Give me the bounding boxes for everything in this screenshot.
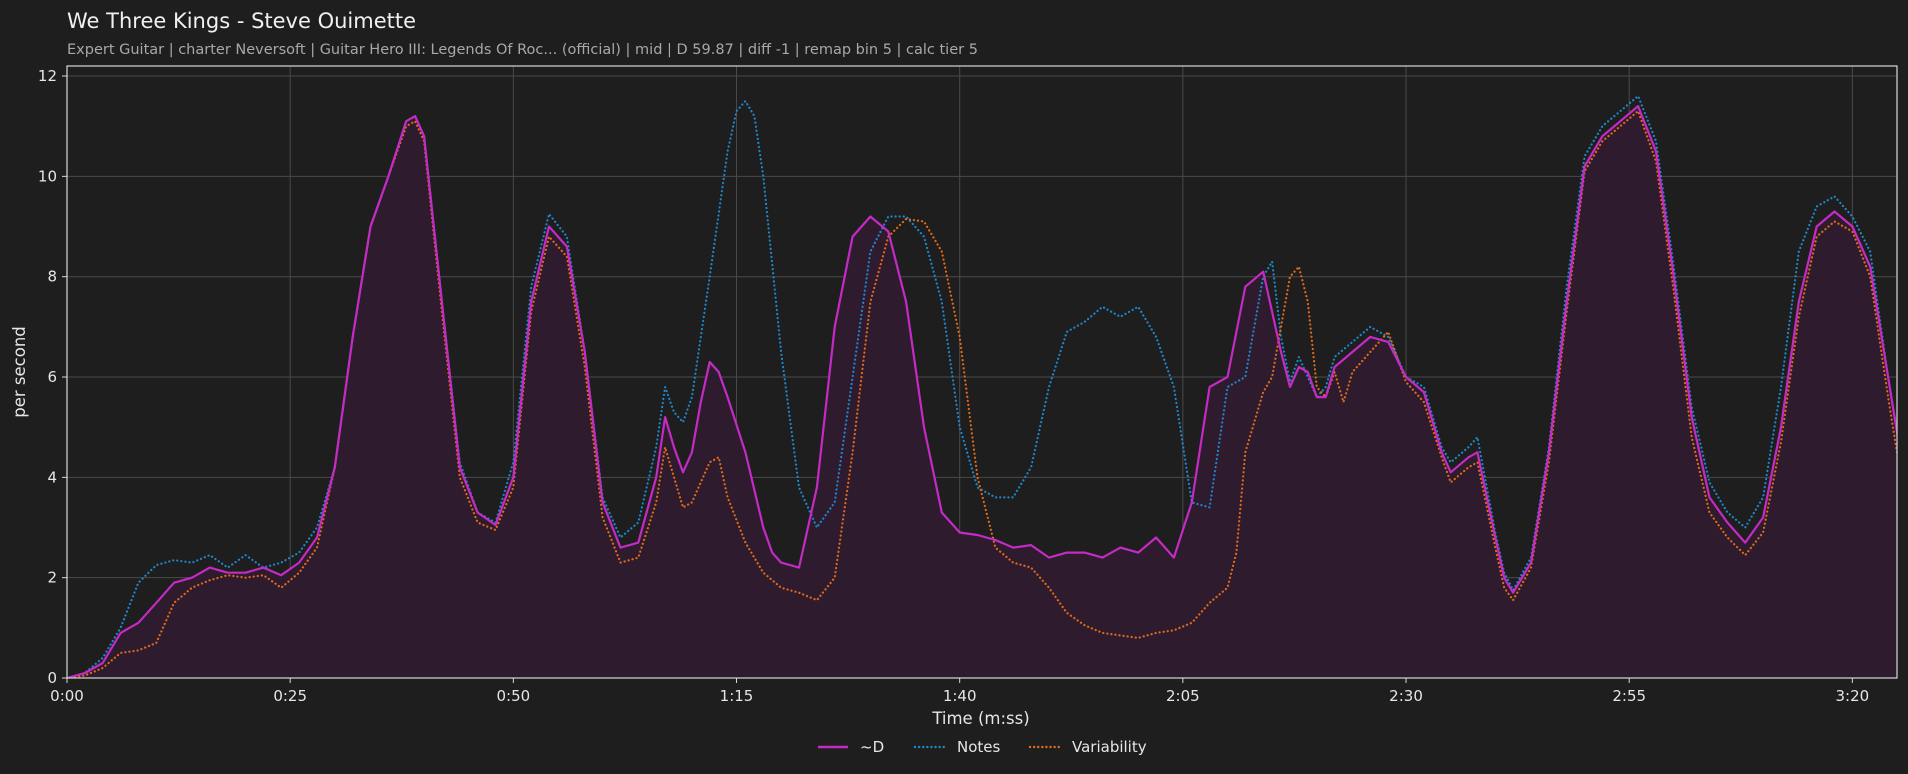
y-tick-label: 10 bbox=[38, 167, 57, 185]
x-tick-label: 0:25 bbox=[273, 687, 307, 705]
line-chart: We Three Kings - Steve Ouimette Expert G… bbox=[0, 0, 1908, 774]
legend-label: Notes bbox=[957, 738, 1001, 756]
y-tick-label: 2 bbox=[47, 569, 57, 587]
x-tick-label: 2:55 bbox=[1612, 687, 1646, 705]
y-tick-label: 8 bbox=[47, 268, 57, 286]
x-tick-label: 3:20 bbox=[1836, 687, 1870, 705]
y-tick-label: 6 bbox=[47, 368, 57, 386]
x-tick-label: 1:15 bbox=[720, 687, 754, 705]
legend: ~D Notes Variability bbox=[818, 738, 1147, 756]
y-tick-label: 12 bbox=[38, 67, 57, 85]
chart-container: We Three Kings - Steve Ouimette Expert G… bbox=[0, 0, 1908, 774]
x-axis-label: Time (m:ss) bbox=[931, 709, 1029, 728]
y-axis-label: per second bbox=[10, 326, 29, 418]
x-tick-label: 0:50 bbox=[496, 687, 530, 705]
x-tick-label: 2:30 bbox=[1389, 687, 1423, 705]
x-tick-label: 2:05 bbox=[1166, 687, 1200, 705]
y-tick-label: 0 bbox=[47, 669, 57, 687]
legend-label: ~D bbox=[860, 738, 884, 756]
chart-subtitle: Expert Guitar | charter Neversoft | Guit… bbox=[67, 42, 978, 58]
x-tick-label: 1:40 bbox=[943, 687, 977, 705]
chart-title: We Three Kings - Steve Ouimette bbox=[67, 9, 416, 33]
legend-label: Variability bbox=[1072, 738, 1147, 756]
y-tick-label: 4 bbox=[47, 468, 57, 486]
x-tick-label: 0:00 bbox=[50, 687, 84, 705]
